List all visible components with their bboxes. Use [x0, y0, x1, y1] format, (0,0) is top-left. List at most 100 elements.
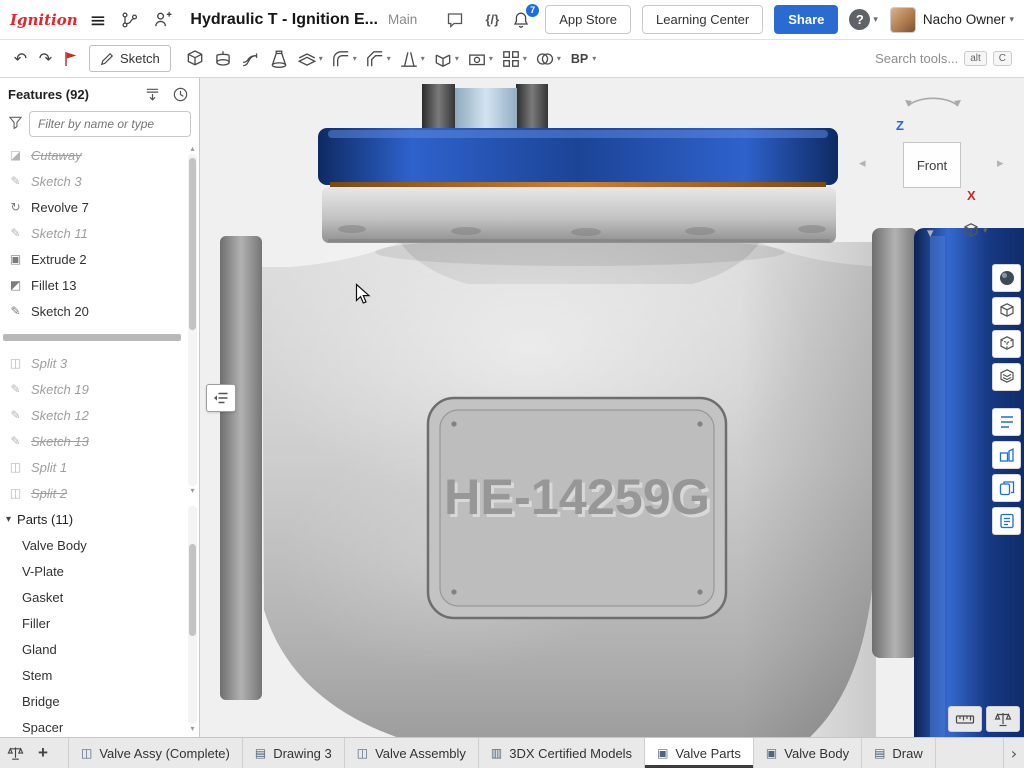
document-tab[interactable]: ▤ Drawing 3: [243, 738, 345, 768]
part-item[interactable]: Filler: [0, 610, 199, 636]
redo-button[interactable]: ↷: [33, 46, 58, 72]
feature-item[interactable]: ✎ Sketch 12: [0, 402, 199, 428]
featurescript-icon[interactable]: {/}: [485, 12, 499, 27]
parts-panel-icon[interactable]: [992, 441, 1021, 469]
rollback-to-end-icon[interactable]: [141, 83, 163, 105]
next-tabs-button[interactable]: ›: [1003, 738, 1024, 768]
chevron-down-icon[interactable]: ▾: [489, 54, 493, 63]
history-icon[interactable]: [169, 83, 191, 105]
feature-item[interactable]: ✎ Sketch 11: [0, 220, 199, 246]
revolve-tool-button[interactable]: [209, 44, 237, 74]
feature-item[interactable]: ✎ Sketch 20: [0, 298, 199, 324]
chevron-down-icon[interactable]: ▾: [387, 54, 391, 63]
shell-tool-button[interactable]: ▾: [429, 44, 463, 74]
document-tab[interactable]: ◫ Valve Assembly: [345, 738, 479, 768]
hamburger-menu-icon[interactable]: ≡: [90, 10, 107, 30]
boolean-tool-button[interactable]: ▾: [531, 44, 565, 74]
feature-list-panel-icon[interactable]: [992, 408, 1021, 436]
draft-tool-button[interactable]: ▾: [395, 44, 429, 74]
rotate-left-arrow[interactable]: ◂: [859, 156, 866, 171]
scroll-down-icon[interactable]: ▾: [190, 724, 194, 734]
feature-list-flyout-handle[interactable]: [206, 384, 236, 412]
rotate-view-arc[interactable]: [898, 86, 968, 112]
parts-section-header[interactable]: ▾ Parts (11): [0, 506, 199, 532]
learning-center-button[interactable]: Learning Center: [642, 5, 763, 34]
view-options-cube-button[interactable]: ▾: [962, 222, 988, 240]
feature-item[interactable]: ✎ Sketch 3: [0, 168, 199, 194]
filter-input[interactable]: [29, 111, 191, 137]
hole-tool-button[interactable]: ▾: [463, 44, 497, 74]
share-user-icon[interactable]: [150, 8, 174, 32]
search-tools-input[interactable]: Search tools... alt C: [875, 51, 1012, 66]
chevron-down-icon[interactable]: ▾: [557, 54, 561, 63]
part-item[interactable]: Gland: [0, 636, 199, 662]
extrude-tool-button[interactable]: [181, 44, 209, 74]
filter-icon[interactable]: [8, 115, 23, 133]
feature-item[interactable]: ◩ Fillet 13: [0, 272, 199, 298]
balance-icon[interactable]: [0, 738, 30, 768]
feature-item[interactable]: ◫ Split 3: [0, 350, 199, 376]
copies-panel-icon[interactable]: [992, 474, 1021, 502]
render-quality-icon[interactable]: [992, 264, 1021, 292]
features-scrollbar-track[interactable]: [188, 154, 197, 486]
linear-pattern-tool-button[interactable]: ▾: [497, 44, 531, 74]
display-edges-icon[interactable]: [992, 330, 1021, 358]
document-tab[interactable]: ▤ Draw: [862, 738, 936, 768]
chevron-down-icon[interactable]: ▾: [353, 54, 357, 63]
display-shaded-icon[interactable]: [992, 297, 1021, 325]
bp-tool-button[interactable]: BP ▾: [565, 44, 600, 74]
model-viewport[interactable]: HE-14259G HE-14259G Z X Front ◂ ▸ ▾ ▾: [200, 78, 1024, 737]
flag-icon[interactable]: [58, 46, 83, 72]
feature-item[interactable]: ↻ Revolve 7: [0, 194, 199, 220]
app-logo[interactable]: Ignition: [10, 11, 78, 29]
document-tab[interactable]: ▣ Valve Body: [754, 738, 862, 768]
display-textured-icon[interactable]: [992, 363, 1021, 391]
scroll-up-icon[interactable]: ▴: [190, 144, 194, 154]
versions-branch-icon[interactable]: [118, 8, 142, 32]
user-menu[interactable]: Nacho Owner ▾: [923, 12, 1014, 27]
parts-scrollbar-thumb[interactable]: [189, 544, 196, 636]
document-tab[interactable]: ▥ 3DX Certified Models: [479, 738, 645, 768]
part-item[interactable]: Gasket: [0, 584, 199, 610]
scroll-down-icon[interactable]: ▾: [190, 486, 194, 496]
workspace-name[interactable]: Main: [388, 12, 417, 27]
document-tab[interactable]: ◫ Valve Assy (Complete): [68, 738, 243, 768]
rollback-bar[interactable]: [3, 334, 181, 341]
notifications-bell-icon[interactable]: 7: [509, 8, 533, 32]
thicken-tool-button[interactable]: ▾: [293, 44, 327, 74]
undo-button[interactable]: ↶: [8, 46, 33, 72]
part-item[interactable]: Spacer: [0, 714, 199, 737]
sweep-tool-button[interactable]: [237, 44, 265, 74]
features-scrollbar[interactable]: ▴ ▾: [187, 144, 198, 496]
feature-item[interactable]: ◫ Split 2: [0, 480, 199, 506]
feature-item[interactable]: ✎ Sketch 13: [0, 428, 199, 454]
feature-item[interactable]: ◪ Cutaway: [0, 142, 199, 168]
parts-scrollbar-track[interactable]: [188, 506, 197, 724]
chamfer-tool-button[interactable]: ▾: [361, 44, 395, 74]
rotate-right-arrow[interactable]: ▸: [997, 156, 1004, 171]
feature-item[interactable]: ✎ Sketch 19: [0, 376, 199, 402]
part-item[interactable]: Stem: [0, 662, 199, 688]
fillet-tool-button[interactable]: ▾: [327, 44, 361, 74]
part-item[interactable]: Valve Body: [0, 532, 199, 558]
app-store-button[interactable]: App Store: [545, 5, 631, 34]
part-item[interactable]: V-Plate: [0, 558, 199, 584]
measure-icon[interactable]: [948, 706, 982, 732]
feature-item[interactable]: ◫ Split 1: [0, 454, 199, 480]
bom-panel-icon[interactable]: [992, 507, 1021, 535]
rotate-down-arrow[interactable]: ▾: [927, 226, 934, 241]
comment-icon[interactable]: [443, 8, 467, 32]
sketch-button[interactable]: Sketch: [89, 45, 171, 72]
part-item[interactable]: Bridge: [0, 688, 199, 714]
loft-tool-button[interactable]: [265, 44, 293, 74]
add-tab-button[interactable]: +: [30, 738, 56, 768]
document-tab[interactable]: ▣ Valve Parts: [645, 738, 754, 768]
chevron-down-icon[interactable]: ▾: [455, 54, 459, 63]
features-scrollbar-thumb[interactable]: [189, 158, 196, 330]
feature-item[interactable]: ▣ Extrude 2: [0, 246, 199, 272]
view-cube-front-face[interactable]: Front: [903, 142, 961, 188]
help-menu[interactable]: ? ▾: [849, 9, 878, 30]
mass-properties-icon[interactable]: [986, 706, 1020, 732]
parts-scrollbar[interactable]: ▾: [187, 506, 198, 734]
chevron-down-icon[interactable]: ▾: [523, 54, 527, 63]
